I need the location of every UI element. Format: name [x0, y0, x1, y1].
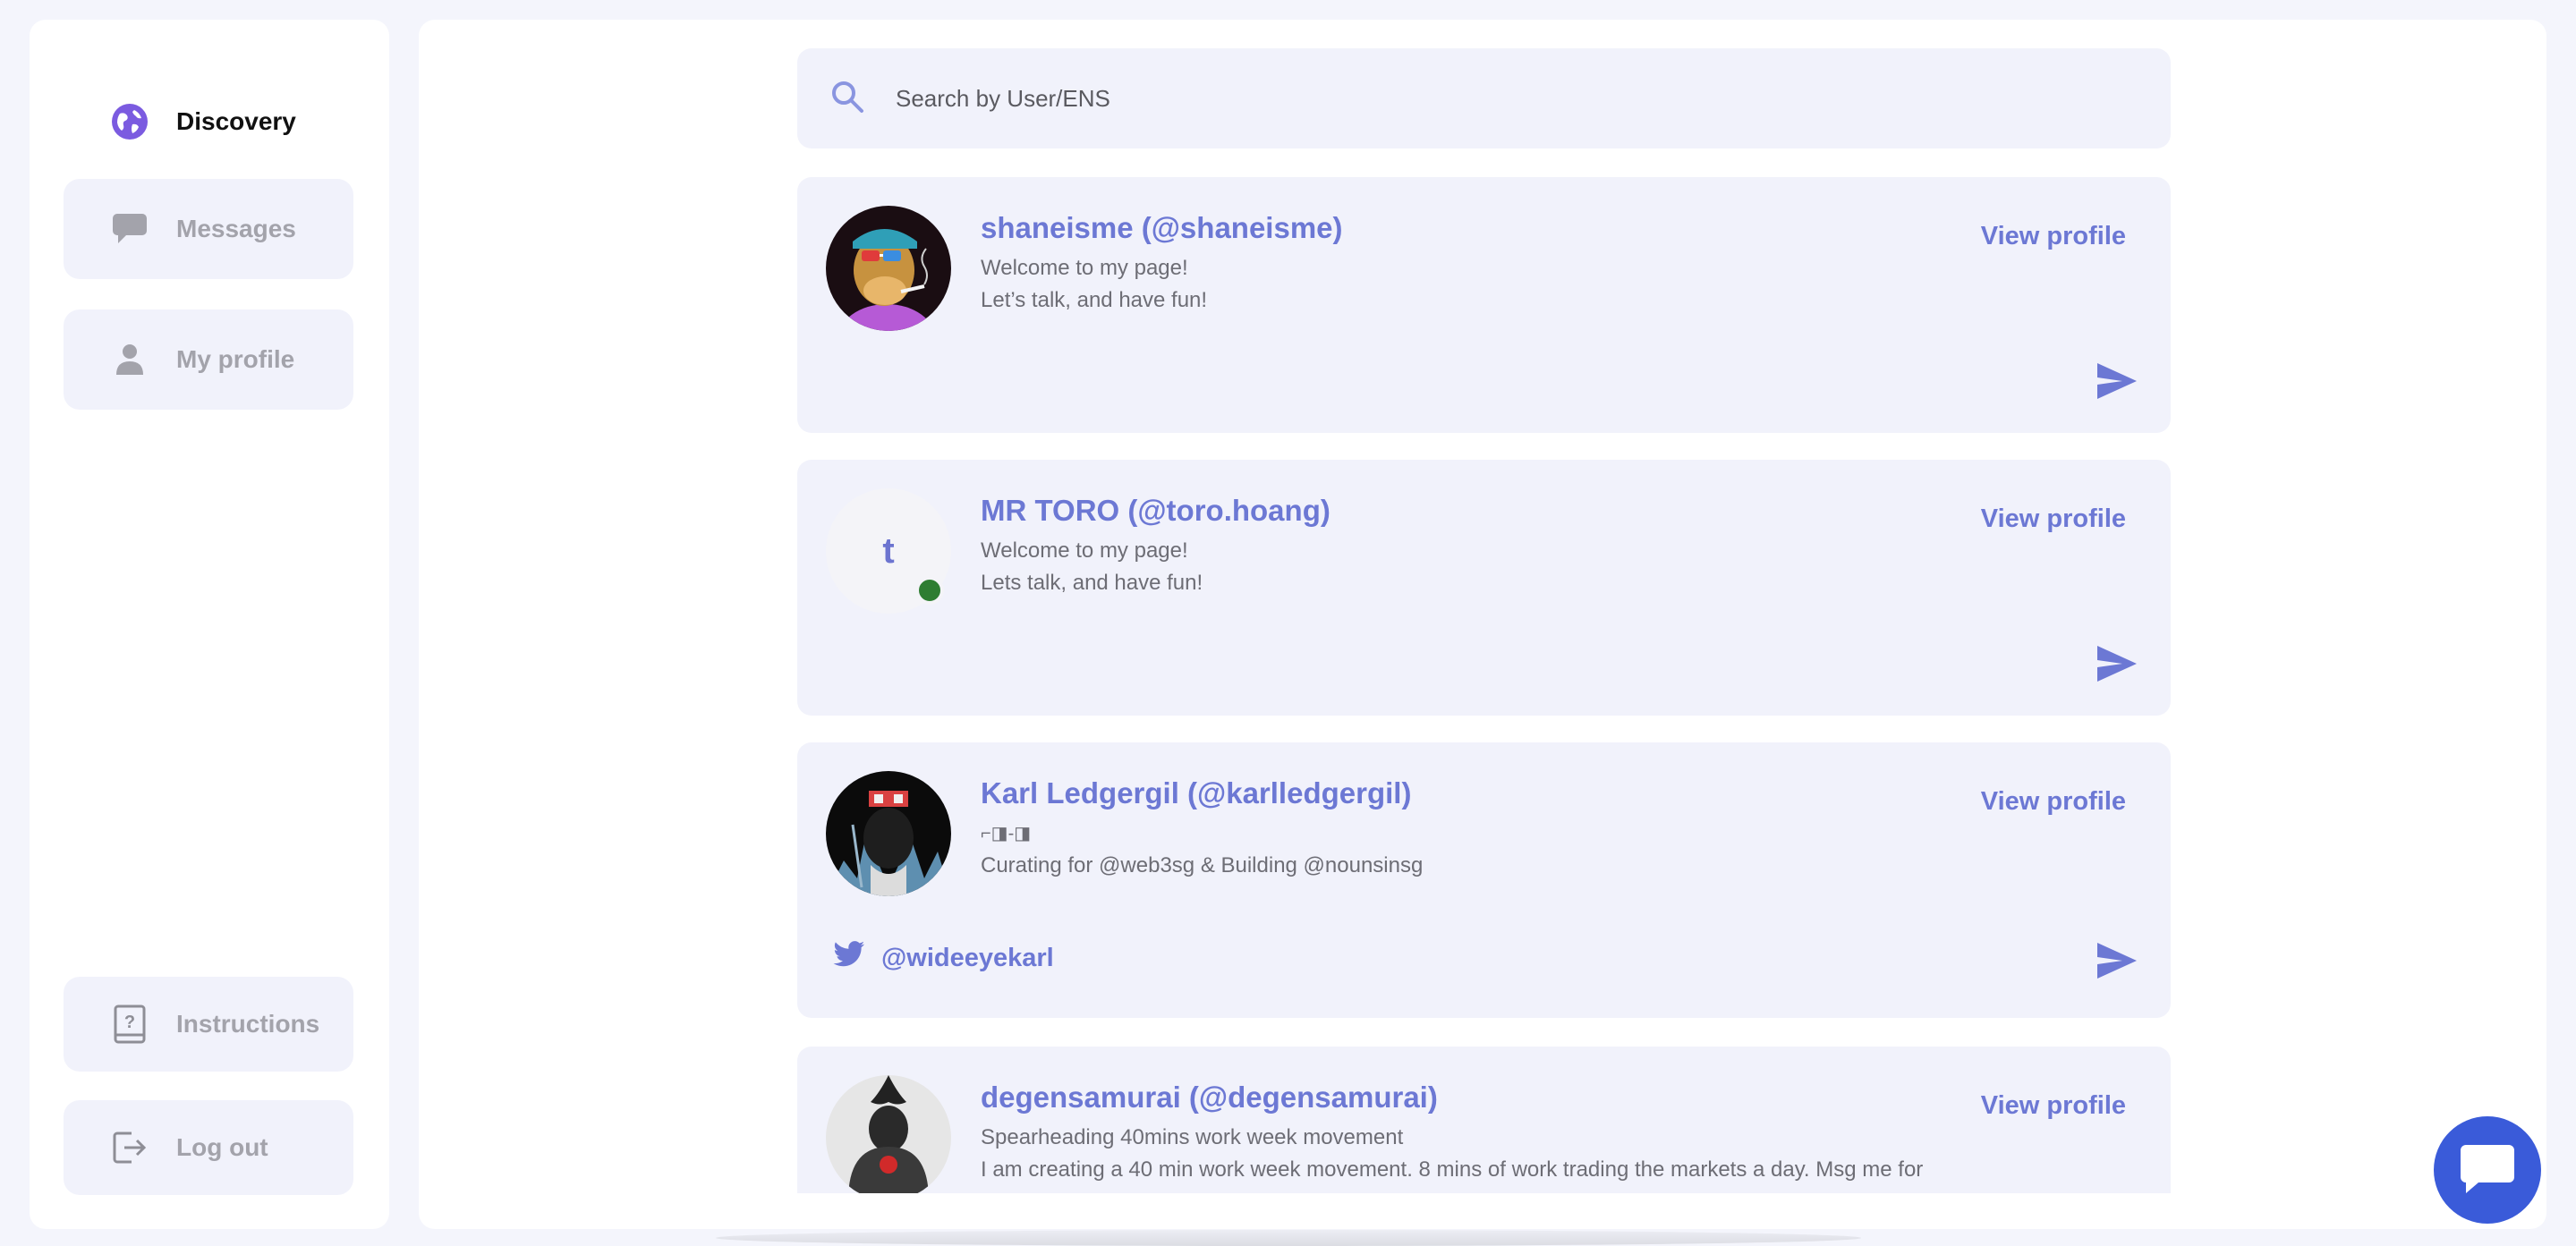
profile-card: degensamurai (@degensamurai) Spearheadin… [797, 1047, 2171, 1193]
main-panel: shaneisme (@shaneisme) Welcome to my pag… [419, 20, 2546, 1229]
bio-line: Lets talk, and have fun! [981, 571, 1203, 595]
profile-bio: Spearheading 40mins work week movement I… [981, 1122, 1923, 1186]
nav-messages[interactable]: Messages [64, 179, 353, 279]
send-icon[interactable] [2096, 361, 2138, 401]
nav-my-profile[interactable]: My profile [64, 309, 353, 410]
globe-icon [110, 102, 149, 141]
bio-line: Welcome to my page! [981, 256, 1188, 280]
chat-icon [2459, 1141, 2516, 1199]
bio-line: I am creating a 40 min work week movemen… [981, 1157, 1924, 1182]
nav-log-out[interactable]: Log out [64, 1100, 353, 1195]
nav-instructions-label: Instructions [176, 1010, 320, 1038]
avatar[interactable] [826, 206, 951, 331]
profile-card: Karl Ledgergil (@karlledgergil) ⌐◨-◨ Cur… [797, 742, 2171, 1018]
profile-name[interactable]: degensamurai (@degensamurai) [981, 1081, 1438, 1115]
search-bar[interactable] [797, 48, 2171, 148]
sidebar: Discovery Messages My profile ? Instruct… [30, 20, 389, 1229]
nav-instructions[interactable]: ? Instructions [64, 977, 353, 1072]
profile-card: t MR TORO (@toro.hoang) Welcome to my pa… [797, 460, 2171, 716]
nav-discovery[interactable]: Discovery [64, 72, 353, 172]
nav-messages-label: Messages [176, 215, 296, 242]
profile-feed: shaneisme (@shaneisme) Welcome to my pag… [797, 177, 2171, 1193]
profile-bio: Welcome to my page! Let’s talk, and have… [981, 252, 1207, 317]
bio-line: ⌐◨-◨ [981, 824, 1032, 843]
profile-card: shaneisme (@shaneisme) Welcome to my pag… [797, 177, 2171, 433]
profile-name[interactable]: shaneisme (@shaneisme) [981, 211, 1343, 245]
twitter-icon [833, 941, 865, 975]
nav-discovery-label: Discovery [176, 107, 296, 135]
svg-text:?: ? [124, 1013, 135, 1032]
logout-icon [110, 1128, 149, 1167]
profile-name[interactable]: Karl Ledgergil (@karlledgergil) [981, 776, 1411, 810]
bio-line: Spearheading 40mins work week movement [981, 1125, 1404, 1149]
bio-line: Let’s talk, and have fun! [981, 288, 1208, 312]
twitter-handle: @wideeyekarl [881, 943, 1054, 972]
avatar[interactable] [826, 1075, 951, 1193]
search-icon [829, 79, 865, 119]
view-profile-link[interactable]: View profile [1981, 1091, 2126, 1121]
user-icon [110, 340, 149, 379]
twitter-link[interactable]: @wideeyekarl [833, 941, 1054, 975]
send-icon[interactable] [2096, 941, 2138, 980]
view-profile-link[interactable]: View profile [1981, 504, 2126, 534]
send-icon[interactable] [2096, 644, 2138, 683]
online-status-dot [915, 576, 944, 605]
profile-name[interactable]: MR TORO (@toro.hoang) [981, 494, 1331, 528]
view-profile-link[interactable]: View profile [1981, 787, 2126, 817]
profile-bio: ⌐◨-◨ Curating for @web3sg & Building @no… [981, 818, 1423, 882]
chat-launcher-button[interactable] [2434, 1116, 2541, 1224]
nav-log-out-label: Log out [176, 1133, 268, 1161]
scroll-shadow [716, 1230, 1861, 1246]
nav-my-profile-label: My profile [176, 345, 295, 373]
view-profile-link[interactable]: View profile [1981, 222, 2126, 251]
avatar-initial: t [882, 530, 895, 571]
profile-bio: Welcome to my page! Lets talk, and have … [981, 535, 1203, 599]
help-book-icon: ? [110, 1004, 149, 1044]
avatar[interactable]: t [826, 488, 951, 614]
search-input[interactable] [896, 84, 2059, 113]
avatar[interactable] [826, 771, 951, 896]
bio-line: Welcome to my page! [981, 538, 1188, 563]
bio-line: Curating for @web3sg & Building @nounsin… [981, 853, 1424, 877]
chat-bubble-icon [110, 209, 149, 249]
